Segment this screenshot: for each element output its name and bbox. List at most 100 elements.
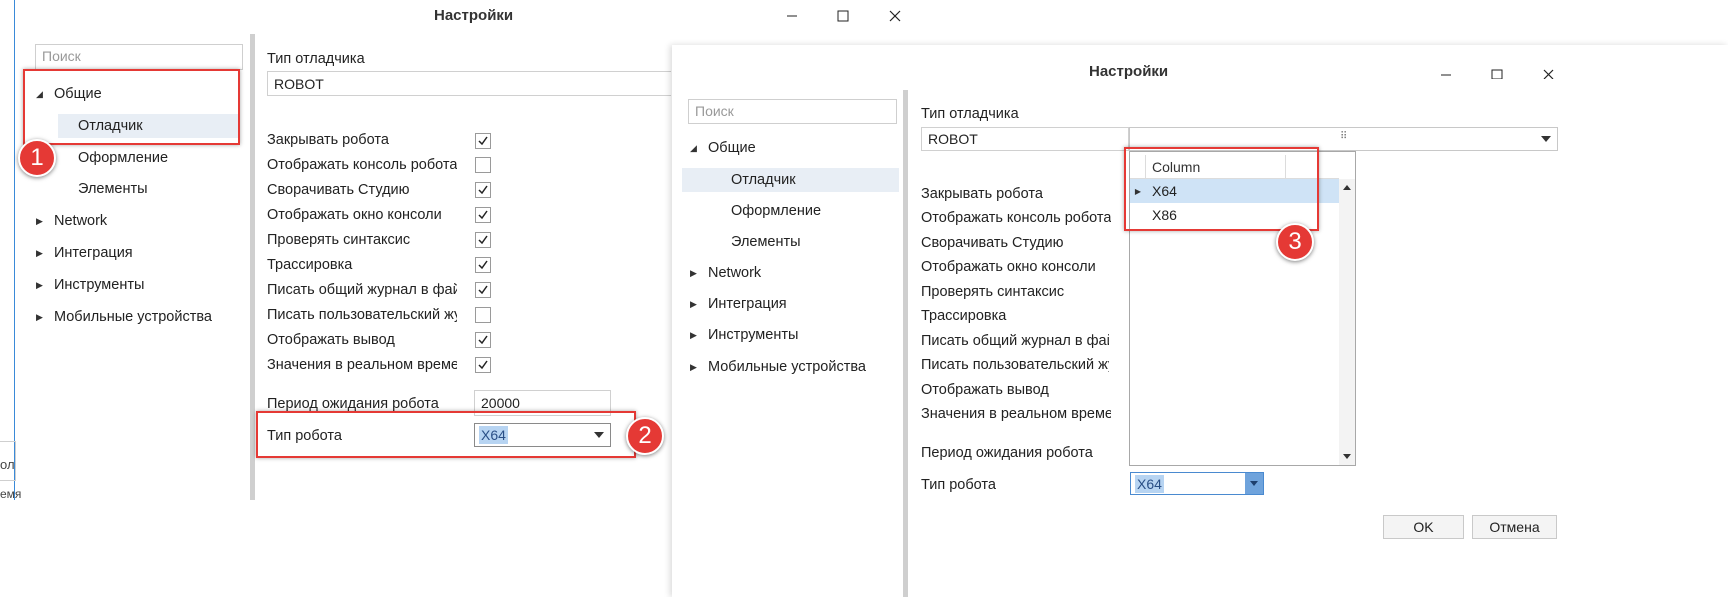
debugger-type-label: Тип отладчика — [267, 51, 365, 67]
window-1-title: Настройки — [434, 7, 514, 24]
option-label: Отображать вывод — [921, 382, 1049, 398]
maximize-icon — [1491, 69, 1503, 79]
scroll-down-icon[interactable] — [1343, 454, 1351, 459]
tree-item-integration[interactable]: ▶ Интеграция — [690, 292, 787, 316]
tree-item-tools[interactable]: ▶ Инструменты — [690, 323, 798, 347]
option-label: Значения в реальном времени — [267, 357, 457, 373]
checkmark-icon — [478, 285, 488, 295]
show-output-checkbox[interactable] — [475, 332, 491, 348]
tree-item-tools[interactable]: ▶ Инструменты — [36, 273, 144, 297]
minimize-icon — [1441, 74, 1451, 76]
check-syntax-checkbox[interactable] — [475, 232, 491, 248]
collapsed-arrow-icon: ▶ — [36, 215, 43, 226]
collapsed-arrow-icon: ▶ — [690, 329, 697, 340]
tree-item-label: Инструменты — [54, 277, 145, 293]
dropdown-button[interactable] — [1245, 473, 1263, 494]
option-label: Отображать окно консоли — [267, 207, 442, 223]
checkmark-icon — [478, 260, 488, 270]
debugger-type-field[interactable]: ROBOT — [921, 127, 1129, 151]
tree-item-general[interactable]: ◢ Общие — [690, 136, 756, 160]
write-common-log-checkbox[interactable] — [475, 282, 491, 298]
option-label: Закрывать робота — [921, 186, 1043, 202]
tree-item-label: Инструменты — [708, 327, 799, 343]
window-2-search-input[interactable]: Поиск — [688, 99, 897, 124]
option-label: Отображать консоль робота — [267, 157, 457, 173]
window-1-splitter[interactable] — [250, 34, 255, 500]
background-text-fragment: ол — [0, 457, 15, 472]
cancel-button[interactable]: Отмена — [1472, 515, 1557, 539]
checkmark-icon — [478, 185, 488, 195]
collapsed-arrow-icon: ▶ — [36, 279, 43, 290]
tree-item-debugger[interactable]: Отладчик — [682, 168, 899, 192]
option-label: Писать общий журнал в файл — [267, 282, 457, 298]
annotation-box-2 — [256, 411, 636, 458]
background-text-fragment: емя — [0, 487, 22, 501]
close-icon — [889, 10, 901, 22]
realtime-values-checkbox[interactable] — [475, 357, 491, 373]
tree-item-network[interactable]: ▶ Network — [690, 261, 761, 285]
chevron-down-icon — [1541, 136, 1551, 142]
option-label: Сворачивать Студию — [921, 235, 1064, 251]
minimize-studio-checkbox[interactable] — [475, 182, 491, 198]
collapsed-arrow-icon: ▶ — [36, 247, 43, 258]
annotation-badge-3: 3 — [1276, 223, 1314, 261]
window-1-minimize-button[interactable] — [777, 4, 807, 28]
window-2-maximize-button[interactable] — [1482, 61, 1512, 85]
window-1-maximize-button[interactable] — [828, 4, 858, 28]
robot-type-select[interactable]: X64 — [1130, 472, 1264, 495]
close-robot-checkbox[interactable] — [475, 133, 491, 149]
write-user-log-checkbox[interactable] — [475, 307, 491, 323]
window-2-minimize-button[interactable] — [1431, 61, 1461, 85]
show-console-window-checkbox[interactable] — [475, 207, 491, 223]
chevron-down-icon — [1250, 481, 1258, 486]
tree-item-label: Отладчик — [731, 172, 796, 188]
tree-item-label: Элементы — [731, 234, 801, 250]
tree-item-mobile[interactable]: ▶ Мобильные устройства — [36, 305, 212, 329]
show-robot-console-checkbox[interactable] — [475, 157, 491, 173]
window-1-close-button[interactable] — [880, 4, 910, 28]
tree-item-label: Network — [54, 213, 108, 229]
tree-item-appearance[interactable]: Оформление — [78, 146, 168, 170]
maximize-icon — [837, 10, 849, 22]
wait-period-label: Период ожидания робота — [921, 445, 1093, 461]
wait-period-label: Период ожидания робота — [267, 396, 439, 412]
checkmark-icon — [478, 136, 488, 146]
option-label: Отображать консоль робота — [921, 210, 1111, 226]
tree-item-network[interactable]: ▶ Network — [36, 209, 107, 233]
tree-item-elements[interactable]: Элементы — [78, 177, 148, 201]
tree-item-appearance[interactable]: Оформление — [731, 199, 821, 223]
expanded-arrow-icon: ◢ — [690, 142, 697, 153]
tree-item-mobile[interactable]: ▶ Мобильные устройства — [690, 355, 866, 379]
tree-item-label: Network — [708, 265, 762, 281]
window-2-title: Настройки — [1089, 63, 1169, 80]
robot-type-value: X64 — [1135, 474, 1164, 493]
collapsed-arrow-icon: ▶ — [36, 311, 43, 322]
option-label: Сворачивать Студию — [267, 182, 410, 198]
annotation-box-1 — [23, 69, 240, 145]
tree-item-label: Интеграция — [54, 245, 133, 261]
tree-item-label: Общие — [708, 140, 756, 156]
annotation-box-3 — [1124, 147, 1319, 231]
window-2-splitter[interactable] — [903, 90, 908, 597]
checkmark-icon — [478, 210, 488, 220]
option-label: Писать пользовательский жур — [921, 357, 1109, 373]
tree-item-elements[interactable]: Элементы — [731, 230, 801, 254]
debugger-type-field[interactable]: ROBOT — [267, 71, 671, 96]
checkmark-icon — [478, 235, 488, 245]
tree-item-label: Интеграция — [708, 296, 787, 312]
dropdown-scrollbar[interactable] — [1339, 179, 1355, 465]
option-label: Проверять синтаксис — [267, 232, 411, 248]
window-2-close-button[interactable] — [1534, 61, 1564, 85]
option-label: Трассировка — [921, 308, 1007, 324]
debugger-type-label: Тип отладчика — [921, 106, 1019, 122]
scroll-up-icon[interactable] — [1343, 185, 1351, 190]
option-label: Трассировка — [267, 257, 353, 273]
tracing-checkbox[interactable] — [475, 257, 491, 273]
window-1-search-input[interactable]: Поиск — [35, 44, 243, 70]
ok-button[interactable]: OK — [1383, 515, 1464, 539]
collapsed-arrow-icon: ▶ — [690, 361, 697, 372]
annotation-badge-2: 2 — [626, 417, 664, 455]
tree-item-integration[interactable]: ▶ Интеграция — [36, 241, 133, 265]
annotation-badge-1: 1 — [18, 139, 56, 177]
grid-resize-icon: ⠿ — [1340, 131, 1348, 142]
